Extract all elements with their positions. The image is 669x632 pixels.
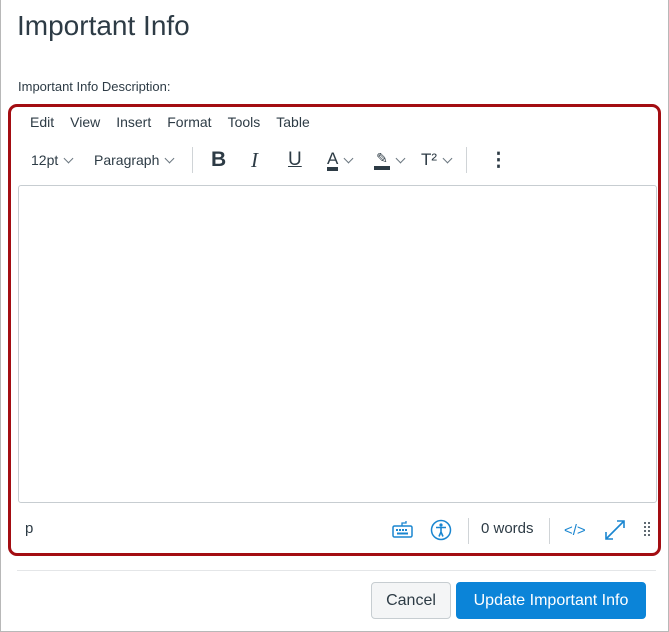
page-title: Important Info <box>17 10 190 41</box>
text-color-button[interactable]: A <box>327 148 354 172</box>
superscript-button[interactable]: T² <box>421 148 453 172</box>
word-count[interactable]: 0 words <box>481 520 534 537</box>
editor-content-area[interactable] <box>18 185 657 503</box>
editor-menubar: Edit View Insert Format Tools Table <box>30 114 326 130</box>
highlight-color-button[interactable]: ✎ <box>374 148 406 172</box>
toolbar-separator <box>192 147 193 173</box>
font-size-select[interactable]: 12pt <box>31 148 74 172</box>
toolbar-separator <box>466 147 467 173</box>
update-important-info-button[interactable]: Update Important Info <box>456 582 646 619</box>
italic-button[interactable]: I <box>251 148 258 172</box>
block-format-value: Paragraph <box>94 152 160 168</box>
chevron-down-icon <box>343 153 354 163</box>
fullscreen-button[interactable] <box>604 519 626 546</box>
menu-format[interactable]: Format <box>167 114 211 130</box>
drag-handle-icon <box>644 522 650 536</box>
menu-tools[interactable]: Tools <box>228 114 261 130</box>
chevron-down-icon <box>164 153 175 163</box>
keyboard-icon <box>392 521 413 538</box>
chevron-down-icon <box>395 153 406 163</box>
more-options-button[interactable]: ⋮ <box>489 148 508 172</box>
cancel-button[interactable]: Cancel <box>371 582 451 619</box>
footer-divider <box>17 570 656 571</box>
expand-icon <box>605 520 625 540</box>
element-path[interactable]: p <box>25 520 33 537</box>
text-color-icon: A <box>327 150 339 171</box>
bold-button[interactable]: B <box>211 148 226 172</box>
resize-handle[interactable] <box>643 521 651 542</box>
accessibility-icon <box>430 519 452 541</box>
keyboard-shortcuts-button[interactable] <box>392 520 413 542</box>
description-label: Important Info Description: <box>18 79 171 94</box>
highlighter-icon: ✎ <box>374 150 390 170</box>
status-separator <box>468 518 469 544</box>
menu-edit[interactable]: Edit <box>30 114 54 130</box>
font-size-value: 12pt <box>31 152 59 168</box>
chevron-down-icon <box>442 153 453 163</box>
block-format-select[interactable]: Paragraph <box>94 148 175 172</box>
menu-table[interactable]: Table <box>276 114 309 130</box>
superscript-icon: T² <box>421 150 438 169</box>
chevron-down-icon <box>63 153 74 163</box>
accessibility-checker-button[interactable] <box>430 519 452 545</box>
menu-insert[interactable]: Insert <box>116 114 151 130</box>
html-editor-toggle[interactable]: </> <box>564 522 586 539</box>
status-separator <box>549 518 550 544</box>
menu-view[interactable]: View <box>70 114 100 130</box>
underline-button[interactable]: U <box>288 148 302 172</box>
